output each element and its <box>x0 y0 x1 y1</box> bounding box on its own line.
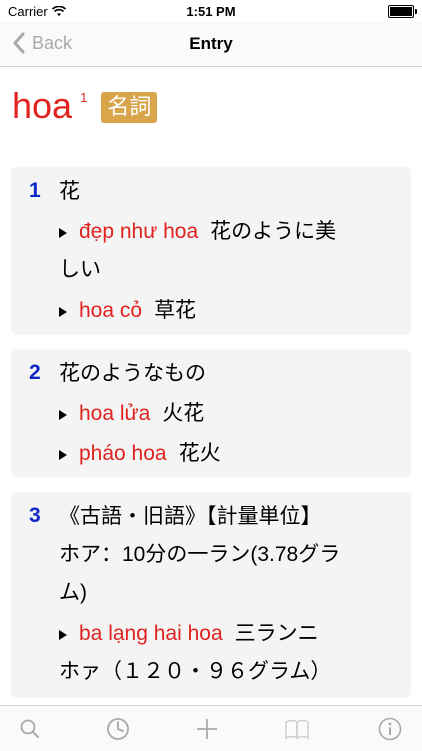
tab-info[interactable] <box>376 715 404 743</box>
sense-gloss-continued: ホア：10分の一ラン(3.78グラ <box>59 543 341 566</box>
example-japanese-continued: しい <box>59 258 101 281</box>
sense-gloss: 《古語・旧語》【計量単位】 <box>59 505 322 528</box>
sense-card-3: 3 《古語・旧語》【計量単位】 ホア：10分の一ラン(3.78グラ ム) ba … <box>11 492 411 698</box>
sense-gloss: 花 <box>59 180 80 203</box>
example-item[interactable]: đẹp như hoa 花のように美 <box>59 219 336 245</box>
triangle-bullet-icon <box>59 307 67 317</box>
triangle-bullet-icon <box>59 630 67 640</box>
entry-header: hoa 1 名詞 <box>12 84 158 128</box>
example-japanese: 花のように美 <box>210 220 337 243</box>
sense-card-1: 1 花 đẹp như hoa 花のように美 しい hoa cỏ 草花 <box>11 167 411 335</box>
example-vietnamese: hoa lửa <box>79 402 151 425</box>
sense-number: 3 <box>29 504 41 527</box>
triangle-bullet-icon <box>59 450 67 460</box>
sense-gloss-continued: ム) <box>59 581 87 604</box>
part-of-speech-badge: 名詞 <box>101 92 158 123</box>
tab-bar <box>0 705 422 751</box>
battery-icon <box>388 5 417 18</box>
example-item[interactable]: hoa cỏ 草花 <box>59 298 196 324</box>
example-item[interactable]: pháo hoa 花火 <box>59 441 221 467</box>
tab-add[interactable] <box>193 715 221 743</box>
example-item[interactable]: ba lạng hai hoa 三ランニ <box>59 621 319 647</box>
example-vietnamese: đẹp như hoa <box>79 220 199 243</box>
search-icon <box>20 719 39 738</box>
status-bar: Carrier 1:51 PM <box>0 0 422 22</box>
example-vietnamese: hoa cỏ <box>79 299 143 322</box>
example-japanese-continued: ホァ（１２０・９６グラム） <box>59 660 332 683</box>
plus-icon <box>197 719 217 739</box>
example-vietnamese: pháo hoa <box>79 442 167 465</box>
homograph-number: 1 <box>80 90 88 105</box>
sense-card-2: 2 花のようなもの hoa lửa 火花 pháo hoa 花火 <box>11 349 411 477</box>
info-icon <box>378 717 402 741</box>
sense-number: 1 <box>29 179 41 202</box>
example-japanese: 草花 <box>154 299 197 322</box>
sense-number: 2 <box>29 361 41 384</box>
sense-gloss: 花のようなもの <box>59 362 206 385</box>
example-japanese: 火花 <box>162 402 205 425</box>
example-vietnamese: ba lạng hai hoa <box>79 622 223 645</box>
example-japanese: 花火 <box>178 442 221 465</box>
book-icon <box>285 719 309 740</box>
navigation-bar: Back Entry <box>0 22 422 67</box>
tab-bookmarks[interactable] <box>283 715 311 743</box>
tab-history[interactable] <box>104 715 132 743</box>
clock-icon <box>107 718 129 740</box>
triangle-bullet-icon <box>59 410 67 420</box>
page-title: Entry <box>189 34 233 53</box>
tab-search[interactable] <box>16 715 44 743</box>
status-time: 1:51 PM <box>186 4 236 19</box>
example-japanese: 三ランニ <box>234 622 319 645</box>
headword: hoa <box>12 85 73 126</box>
triangle-bullet-icon <box>59 228 67 238</box>
example-item[interactable]: hoa lửa 火花 <box>59 401 204 427</box>
